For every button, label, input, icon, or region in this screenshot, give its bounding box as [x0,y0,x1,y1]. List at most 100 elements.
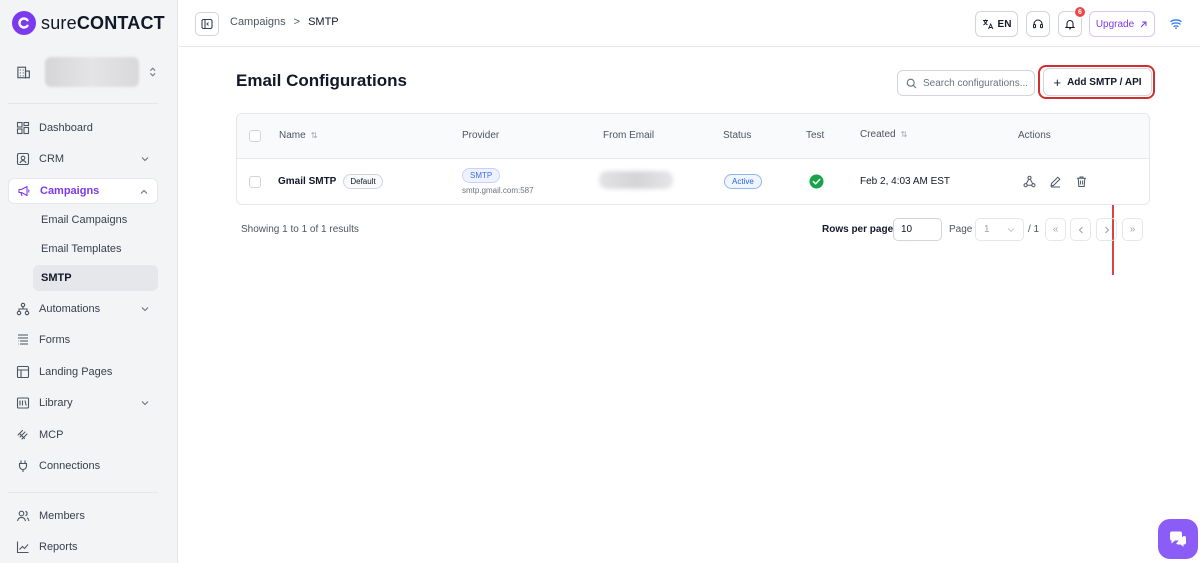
headset-icon [1033,19,1043,29]
sidebar-item-automations[interactable]: Automations [8,296,158,322]
last-page-button[interactable]: » [1122,218,1143,241]
search-icon [906,78,917,88]
test-connection-icon[interactable] [1023,175,1036,188]
logo-icon [12,11,36,35]
language-label: EN [997,18,1012,30]
column-label: Test [806,130,825,141]
sidebar-item-label: CRM [39,153,65,165]
sidebar-item-library[interactable]: Library [8,390,158,416]
sidebar: sureCONTACT Dashboard CRM Campaigns Emai… [0,0,178,563]
results-summary: Showing 1 to 1 of 1 results [241,224,359,235]
support-button[interactable] [1026,11,1050,37]
megaphone-icon [18,185,30,197]
sidebar-item-mcp[interactable]: MCP [8,422,158,448]
column-label: Provider [462,130,500,141]
sync-status-icon[interactable] [1169,16,1183,30]
breadcrumb-current: SMTP [308,16,339,28]
bell-icon [1064,20,1076,30]
forms-icon [18,334,28,345]
arrow-up-right-icon [1140,21,1147,27]
previous-page-button[interactable] [1070,218,1091,241]
search-input[interactable] [923,77,1033,89]
workspace-name-blurred [45,57,139,87]
select-all-checkbox[interactable] [249,130,261,142]
workspace-switcher[interactable] [8,52,166,92]
sidebar-item-campaigns[interactable]: Campaigns [8,178,158,204]
sidebar-item-label: Connections [39,460,101,472]
sidebar-item-label: Library [39,397,73,409]
upgrade-button[interactable]: Upgrade [1089,11,1155,37]
chevron-down-icon [141,401,149,406]
column-header-name[interactable]: Name ⇅ [279,130,317,141]
upgrade-label: Upgrade [1095,18,1135,30]
next-page-button[interactable] [1096,218,1117,241]
library-icon [16,397,30,409]
default-badge: Default [343,174,383,189]
column-header-status: Status [723,130,751,141]
landing-pages-icon [16,365,30,379]
chevron-down-icon [1007,228,1015,233]
sidebar-subitem-label: Email Campaigns [41,214,128,226]
breadcrumb-campaigns-link[interactable]: Campaigns [230,16,286,28]
double-chevron-right-icon: » [1129,224,1136,235]
chat-bubbles-icon [1170,531,1186,547]
brand-name: sureCONTACT [41,12,165,33]
sidebar-panel-icon [201,18,213,30]
sidebar-subitem-label: SMTP [41,272,72,284]
config-name: Gmail SMTP [278,176,337,187]
page-select-value: 1 [984,224,990,235]
language-switcher-button[interactable]: EN [975,11,1018,37]
plus-icon: + [1053,74,1062,90]
sidebar-item-reports[interactable]: Reports [8,534,158,560]
page-select[interactable]: 1 [975,218,1024,241]
sidebar-subitem-email-templates[interactable]: Email Templates [33,236,158,262]
building-icon [17,66,30,79]
double-chevron-left-icon: « [1052,224,1059,235]
sidebar-subitem-email-campaigns[interactable]: Email Campaigns [33,207,158,233]
status-badge: Active [724,174,762,189]
first-page-button[interactable]: « [1045,218,1066,241]
notifications-button[interactable]: 6 [1058,6,1086,37]
sidebar-item-crm[interactable]: CRM [8,146,158,172]
sidebar-subitem-smtp[interactable]: SMTP [33,265,158,291]
sidebar-item-connections[interactable]: Connections [8,453,158,479]
sidebar-item-label: Reports [39,541,78,553]
sidebar-item-label: Dashboard [39,122,93,134]
sidebar-divider [8,492,158,493]
sidebar-item-label: MCP [39,429,64,441]
sidebar-item-label: Campaigns [40,185,100,197]
add-smtp-api-label: Add SMTP / API [1067,76,1142,88]
sidebar-item-label: Landing Pages [39,366,113,378]
rows-per-page-input[interactable]: 10 [893,218,942,241]
column-label: Created [860,129,896,140]
sidebar-item-forms[interactable]: Forms [8,327,158,353]
column-header-created[interactable]: Created ⇅ [860,129,907,140]
chat-support-button[interactable] [1158,519,1198,559]
page-title: Email Configurations [236,71,407,90]
column-header-test: Test [806,130,824,141]
surecontact-logo[interactable]: sureCONTACT [12,11,165,35]
add-smtp-api-button[interactable]: + Add SMTP / API [1043,68,1152,96]
sidebar-item-dashboard[interactable]: Dashboard [8,115,158,141]
provider-host: smtp.gmail.com:587 [462,186,534,195]
column-label: Name [279,130,306,141]
chevron-down-icon [141,307,149,312]
chevron-up-down-icon [149,67,156,77]
column-header-actions: Actions [1018,130,1051,141]
column-header-provider: Provider [462,130,499,141]
automations-icon [16,302,30,316]
column-label: Status [723,130,752,141]
chevron-up-icon [140,189,148,194]
provider-badge: SMTP [462,168,501,183]
row-checkbox[interactable] [249,176,261,188]
breadcrumb: Campaigns > SMTP [230,16,339,28]
trash-icon[interactable] [1075,175,1088,188]
sidebar-item-label: Members [39,510,85,522]
search-box[interactable] [897,70,1035,96]
edit-icon[interactable] [1049,175,1062,188]
sidebar-item-members[interactable]: Members [8,503,158,529]
sidebar-toggle-button[interactable] [195,12,219,36]
sidebar-item-landing-pages[interactable]: Landing Pages [8,359,158,385]
page-total: / 1 [1028,224,1040,235]
translate-icon [982,19,993,30]
